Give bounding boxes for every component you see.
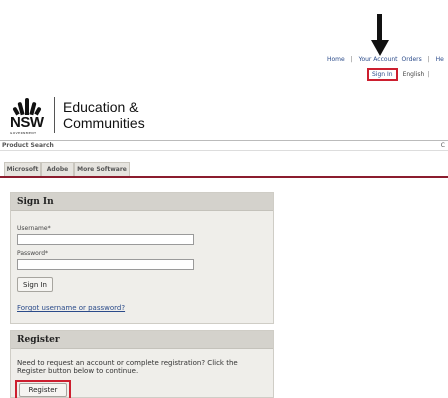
tab-microsoft[interactable]: Microsoft [4, 162, 41, 176]
language-link[interactable]: English [403, 71, 425, 78]
product-search-label: Product Search [2, 142, 54, 149]
link-separator: | [350, 56, 353, 63]
nsw-wordmark: NSW [10, 114, 44, 131]
header-nav: Home | Your Account Orders | He [325, 56, 446, 63]
waratah-icon [12, 97, 46, 116]
your-account-link[interactable]: Your Account [359, 56, 398, 63]
register-panel: Register Need to request an account or c… [10, 330, 274, 398]
password-label: Password* [17, 250, 49, 257]
category-tabs: Microsoft Adobe More Software [0, 160, 448, 178]
department-line-1: Education & [63, 99, 139, 115]
password-field[interactable] [17, 259, 194, 270]
header-account-row: Sign In English | [367, 68, 429, 81]
nsw-logo[interactable]: NSW GOVERNMENT Education & Communities [10, 97, 145, 137]
forgot-credentials-link[interactable]: Forgot username or password? [17, 304, 125, 312]
government-label: GOVERNMENT [10, 131, 37, 135]
tab-more-software[interactable]: More Software [74, 162, 130, 176]
department-line-2: Communities [63, 115, 145, 131]
logo-divider [54, 97, 55, 133]
nsw-emblem: NSW GOVERNMENT [10, 97, 50, 135]
register-panel-title: Register [11, 331, 273, 349]
search-bar-right-text: C [440, 142, 445, 149]
username-field[interactable] [17, 234, 194, 245]
link-separator: | [427, 56, 430, 63]
down-arrow-icon [371, 14, 389, 58]
link-separator: | [427, 71, 430, 78]
tab-adobe[interactable]: Adobe [41, 162, 74, 176]
sign-in-link[interactable]: Sign In [367, 68, 398, 81]
sign-in-button[interactable]: Sign In [17, 277, 53, 292]
sign-in-panel-title: Sign In [11, 193, 273, 211]
orders-link[interactable]: Orders [402, 56, 422, 63]
product-search-bar[interactable]: Product Search C [0, 140, 448, 151]
home-link[interactable]: Home [327, 56, 345, 63]
register-button[interactable]: Register [19, 383, 67, 397]
register-instructions: Need to request an account or complete r… [17, 359, 238, 375]
username-label: Username* [17, 225, 51, 232]
sign-in-panel: Sign In Username* Password* Sign In Forg… [10, 192, 274, 324]
help-link[interactable]: He [436, 56, 444, 63]
department-name: Education & Communities [63, 97, 145, 131]
header-links: Home | Your Account Orders | He Sign In E… [0, 56, 448, 86]
